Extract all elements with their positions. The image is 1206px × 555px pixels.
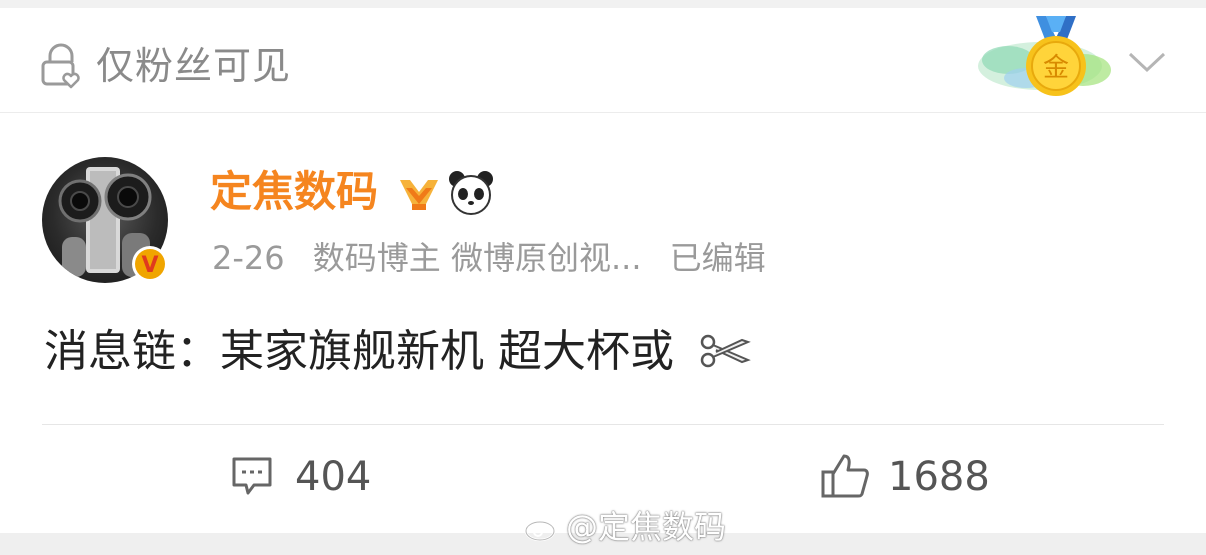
visibility-bar: 仅粉丝可见 金 [0,8,1206,113]
verified-badge-icon: V [132,246,168,282]
medal-text: 金 [1043,53,1069,83]
vip-crown-icon[interactable] [396,170,442,216]
comment-count[interactable]: 404 [295,452,371,502]
comment-icon[interactable] [230,455,274,497]
post-date: 2-26 [212,239,285,277]
top-separator [0,0,1206,8]
author-name[interactable]: 定焦数码 [210,166,378,218]
post-meta: 2-26 数码博主 微博原创视... 已编辑 [212,236,784,280]
watermark-text: @定焦数码 [566,508,727,546]
weibo-logo [524,514,560,542]
post-content: 消息链：某家旗舰新机 超大杯或 [44,322,752,382]
panda-icon [449,171,493,215]
like-count[interactable]: 1688 [888,452,990,502]
visibility-label: 仅粉丝可见 [96,44,292,88]
divider [42,424,1164,425]
gold-medal-icon[interactable]: 金 [968,8,1128,108]
scissors-icon [700,334,751,368]
lock-heart-icon [41,43,80,89]
watermark: @定焦数码 [524,506,726,548]
author-tags[interactable]: 数码博主 微博原创视... [313,239,642,277]
chevron-down-icon[interactable] [1126,44,1168,78]
post-text: 消息链：某家旗舰新机 超大杯或 [44,326,674,377]
verified-badge-text: V [141,253,158,278]
edited-label[interactable]: 已编辑 [670,239,766,277]
thumbs-up-icon[interactable] [820,452,870,500]
